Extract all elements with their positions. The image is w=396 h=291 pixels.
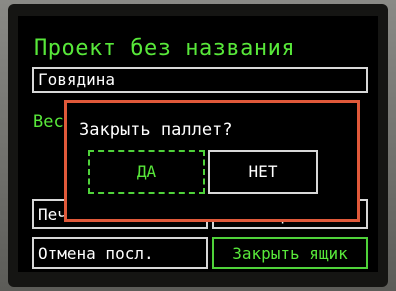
product-name-field[interactable]: Говядина <box>32 67 368 93</box>
weight-label: Вес <box>33 112 64 132</box>
close-box-button[interactable]: Закрыть ящик <box>212 237 368 269</box>
yes-button[interactable]: ДА <box>88 150 205 194</box>
display-screen: Проект без названия Говядина Вес Печать … <box>18 16 378 272</box>
product-name-text: Говядина <box>38 70 116 89</box>
dialog-question: Закрыть паллет? <box>79 120 233 140</box>
project-title: Проект без названия <box>34 36 296 61</box>
no-button[interactable]: НЕТ <box>208 150 318 194</box>
device-bezel: Проект без названия Говядина Вес Печать … <box>0 0 396 291</box>
close-pallet-dialog: Закрыть паллет? ДА НЕТ <box>64 100 360 222</box>
undo-last-button[interactable]: Отмена посл. <box>32 237 208 269</box>
